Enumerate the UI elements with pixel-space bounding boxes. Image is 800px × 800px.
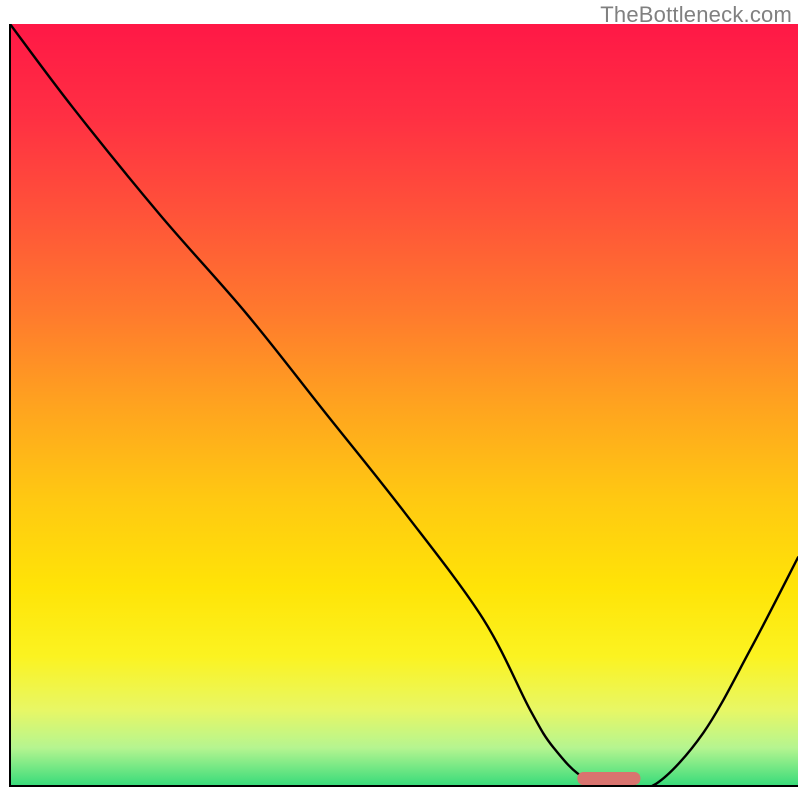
optimal-range-marker: [577, 772, 640, 785]
watermark-text: TheBottleneck.com: [600, 2, 792, 28]
gradient-background: [10, 24, 798, 786]
chart-container: TheBottleneck.com: [0, 0, 800, 800]
bottleneck-chart: [0, 0, 800, 800]
